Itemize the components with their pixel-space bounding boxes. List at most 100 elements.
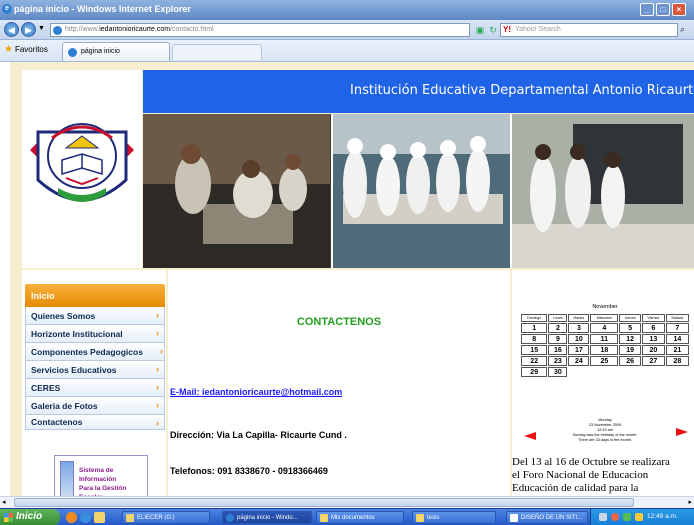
task-label: página inicio - Windo... xyxy=(237,515,298,521)
address-text: Dirección: Via La Capilla- Ricaurte Cund… xyxy=(170,430,347,440)
url-domain: iedantonioricaurte.com xyxy=(99,26,171,33)
task-diseno-sitio[interactable]: DISEÑO DE UN SITI... xyxy=(506,511,588,524)
email-link[interactable]: E-Mail: iedantonioricaurte@hotmail.com xyxy=(170,387,342,397)
search-icon[interactable]: ⌕ xyxy=(680,24,685,35)
scroll-right-icon[interactable]: ▸ xyxy=(688,498,692,506)
school-logo xyxy=(22,70,142,268)
scrollbar-thumb[interactable] xyxy=(14,498,634,507)
calendar-day-cell[interactable]: 17 xyxy=(568,345,590,355)
calendar-day-cell[interactable]: 5 xyxy=(619,323,641,333)
calendar-week-row: 15 16 17 18 19 20 21 xyxy=(521,345,689,355)
minimize-button[interactable]: _ xyxy=(640,3,654,16)
maximize-button[interactable]: □ xyxy=(656,3,670,16)
ie-icon[interactable] xyxy=(80,512,91,523)
calendar-day-cell[interactable]: 29 xyxy=(521,367,548,377)
calendar-day-cell[interactable]: 24 xyxy=(568,356,590,366)
calendar-day-cell[interactable]: 21 xyxy=(665,345,689,355)
calendar-day-cell[interactable]: 6 xyxy=(641,323,665,333)
menu-item-quienes-somos[interactable]: Quienes Somos › xyxy=(25,307,165,325)
window-title: página inicio - Windows Internet Explore… xyxy=(14,4,191,14)
volume-icon[interactable] xyxy=(635,513,643,521)
chevron-right-icon: › xyxy=(156,400,159,410)
url-prefix: http://www. xyxy=(65,26,100,33)
calendar-day-cell[interactable]: 1 xyxy=(521,323,548,333)
url-input[interactable]: http://www.iedantonioricaurte.com/contac… xyxy=(50,23,470,37)
calendar-day-cell[interactable]: 25 xyxy=(590,356,619,366)
back-button[interactable]: ◀ xyxy=(4,22,19,37)
menu-item-label: Contactenos xyxy=(31,417,83,427)
new-tab-button[interactable] xyxy=(172,44,262,60)
menu-item-inicio[interactable]: Inicio xyxy=(25,284,165,307)
menu-item-label: Galeria de Fotos xyxy=(31,401,98,411)
calendar-day-cell[interactable]: 23 xyxy=(548,356,568,366)
tab-pagina-inicio[interactable]: página inicio xyxy=(62,42,170,61)
calendar-day-name: Viernes xyxy=(641,314,665,322)
chevron-right-icon: › xyxy=(156,382,159,392)
menu-item-horizonte-institucional[interactable]: Horizonte Institucional › xyxy=(25,325,165,343)
forward-button[interactable]: ▶ xyxy=(21,22,36,37)
calendar-day-cell[interactable]: 27 xyxy=(641,356,665,366)
calendar-day-cell[interactable]: 2 xyxy=(548,323,568,333)
browser-window: e página inicio - Windows Internet Explo… xyxy=(0,0,694,525)
calendar-day-cell[interactable]: 22 xyxy=(521,356,548,366)
close-button[interactable]: × xyxy=(672,3,686,16)
menu-item-contactenos[interactable]: Contactenos › xyxy=(25,415,165,430)
calendar-week-row: 29 30 xyxy=(521,367,689,377)
task-pagina-inicio[interactable]: página inicio - Windo... xyxy=(222,511,312,524)
news-line: Educación de calidad para la xyxy=(512,482,639,494)
task-tesis[interactable]: tesis xyxy=(412,511,496,524)
calendar-prev-arrow-icon[interactable] xyxy=(524,432,536,440)
calendar-week-row: 22 23 24 25 26 27 28 xyxy=(521,356,689,366)
calendar-day-cell[interactable]: 10 xyxy=(568,334,590,344)
antivirus-icon[interactable] xyxy=(611,513,619,521)
calendar-day-cell[interactable]: 14 xyxy=(665,334,689,344)
history-dropdown-icon[interactable]: ▼ xyxy=(38,25,45,32)
news-line: el Foro Nacional de Educacion xyxy=(512,469,649,481)
menu-item-componentes-pedagogicos[interactable]: Componentes Pedagogicos › xyxy=(25,343,165,361)
scroll-left-icon[interactable]: ◂ xyxy=(2,498,6,506)
folder-icon[interactable] xyxy=(94,512,105,523)
ie-logo-icon: e xyxy=(2,4,12,14)
horizontal-scrollbar[interactable]: ◂ ▸ xyxy=(0,496,694,508)
messenger-icon[interactable] xyxy=(623,513,631,521)
chevron-right-icon: › xyxy=(156,418,159,428)
refresh-icon[interactable]: ↻ xyxy=(487,24,499,36)
favorites-button[interactable]: ★ Favoritos xyxy=(4,44,48,55)
start-label: Inicio xyxy=(16,511,43,522)
calendar-day-cell[interactable]: 28 xyxy=(665,356,689,366)
calendar-day-cell[interactable]: 9 xyxy=(548,334,568,344)
calendar-day-cell[interactable]: 16 xyxy=(548,345,568,355)
clock[interactable]: 12:49 a.m. xyxy=(647,513,678,520)
calendar-day-cell[interactable]: 7 xyxy=(665,323,689,333)
calendar-next-arrow-icon[interactable] xyxy=(676,428,688,436)
taskbar: Inicio ELIECER (G:) página inicio - Wind… xyxy=(0,508,694,525)
right-sidebar: November Domingo Lunes Martes Miercoles … xyxy=(512,270,694,508)
news-line: Del 13 al 16 de Octubre se realizara xyxy=(512,456,670,468)
calendar-day-cell[interactable]: 30 xyxy=(548,367,568,377)
calendar-day-cell[interactable]: 4 xyxy=(590,323,619,333)
task-mis-documentos[interactable]: Mis documentos xyxy=(316,511,404,524)
menu-item-ceres[interactable]: CERES › xyxy=(25,379,165,397)
network-icon[interactable] xyxy=(599,513,607,521)
calendar-day-cell[interactable]: 8 xyxy=(521,334,548,344)
compatibility-icon[interactable]: ▣ xyxy=(474,24,486,36)
calendar-day-cell[interactable]: 3 xyxy=(568,323,590,333)
calendar-day-cell[interactable]: 15 xyxy=(521,345,548,355)
banner-photos xyxy=(143,114,694,268)
calendar-day-cell[interactable]: 13 xyxy=(641,334,665,344)
start-button[interactable]: Inicio xyxy=(0,509,60,525)
word-doc-icon xyxy=(510,514,518,522)
calendar-day-cell[interactable]: 12 xyxy=(619,334,641,344)
task-eliecer-drive[interactable]: ELIECER (G:) xyxy=(122,511,210,524)
calendar-day-cell[interactable]: 26 xyxy=(619,356,641,366)
calendar-day-cell[interactable]: 19 xyxy=(619,345,641,355)
menu-item-servicios-educativos[interactable]: Servicios Educativos › xyxy=(25,361,165,379)
yahoo-icon: Y! xyxy=(503,25,511,34)
calendar-day-cell[interactable]: 20 xyxy=(641,345,665,355)
menu-item-galeria-de-fotos[interactable]: Galeria de Fotos › xyxy=(25,397,165,415)
firefox-icon[interactable] xyxy=(66,512,77,523)
calendar-day-cell[interactable]: 11 xyxy=(590,334,619,344)
search-input[interactable]: Y! Yahoo! Search xyxy=(500,23,678,37)
menu-item-label: Componentes Pedagogicos xyxy=(31,347,143,357)
calendar-day-cell[interactable]: 18 xyxy=(590,345,619,355)
